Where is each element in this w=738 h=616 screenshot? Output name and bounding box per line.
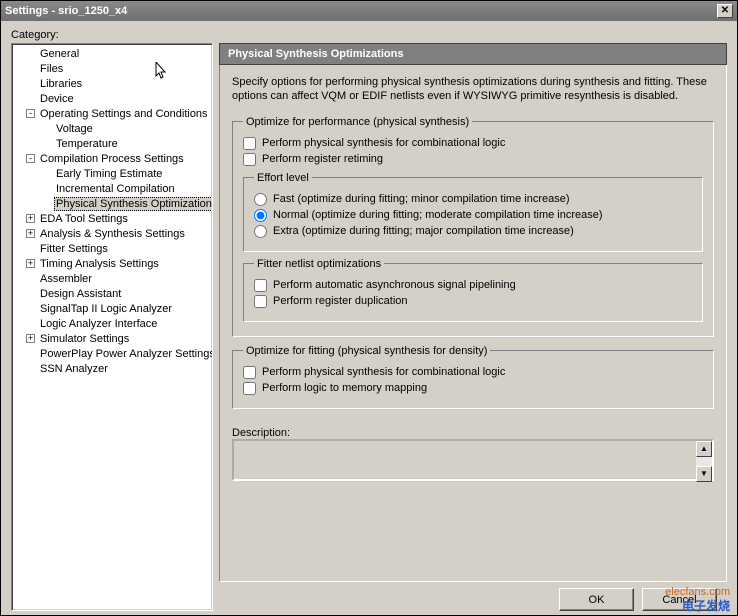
tree-item[interactable]: +Analysis & Synthesis Settings: [14, 226, 210, 241]
radio-effort-normal[interactable]: [254, 209, 267, 222]
radio-effort-fast[interactable]: [254, 193, 267, 206]
expand-icon[interactable]: +: [26, 214, 35, 223]
tree-item[interactable]: Physical Synthesis Optimizations: [14, 196, 210, 211]
settings-window: Settings - srio_1250_x4 ✕ Category: Gene…: [0, 0, 738, 616]
tree-item[interactable]: Temperature: [14, 136, 210, 151]
group-fitting: Optimize for fitting (physical synthesis…: [232, 345, 714, 409]
tree-item[interactable]: SSN Analyzer: [14, 361, 210, 376]
button-row: OK Cancel: [219, 582, 727, 611]
tree-item-label[interactable]: Compilation Process Settings: [38, 153, 186, 165]
chk-perf-retiming[interactable]: [243, 153, 256, 166]
expand-icon[interactable]: +: [26, 259, 35, 268]
radio-effort-normal-label: Normal (optimize during fitting; moderat…: [273, 209, 603, 221]
collapse-icon[interactable]: -: [26, 154, 35, 163]
chk-fit-combinational[interactable]: [243, 366, 256, 379]
chk-perf-combinational[interactable]: [243, 137, 256, 150]
tree-item[interactable]: Files: [14, 61, 210, 76]
right-panel: Physical Synthesis Optimizations Specify…: [219, 43, 727, 611]
group-fitter-legend: Fitter netlist optimizations: [254, 258, 384, 270]
tree-item[interactable]: Design Assistant: [14, 286, 210, 301]
chk-fit-combinational-label: Perform physical synthesis for combinati…: [262, 366, 505, 378]
group-fitter-netlist: Fitter netlist optimizations Perform aut…: [243, 258, 703, 322]
tree-item-label[interactable]: Voltage: [54, 123, 95, 135]
tree-item-label[interactable]: SSN Analyzer: [38, 363, 110, 375]
radio-effort-extra-label: Extra (optimize during fitting; major co…: [273, 225, 574, 237]
tree-item[interactable]: Assembler: [14, 271, 210, 286]
tree-item[interactable]: Device: [14, 91, 210, 106]
tree-item[interactable]: General: [14, 46, 210, 61]
tree-item[interactable]: -Operating Settings and Conditions: [14, 106, 210, 121]
expand-icon[interactable]: +: [26, 334, 35, 343]
titlebar: Settings - srio_1250_x4 ✕: [1, 1, 737, 21]
tree-item-label[interactable]: Physical Synthesis Optimizations: [54, 197, 213, 211]
category-label: Category:: [11, 29, 727, 41]
chk-fitter-async-pipelining[interactable]: [254, 279, 267, 292]
tree-item-label[interactable]: Fitter Settings: [38, 243, 110, 255]
description-scrollbar[interactable]: ▲ ▼: [696, 441, 712, 482]
tree-item-label[interactable]: Device: [38, 93, 76, 105]
radio-effort-extra[interactable]: [254, 225, 267, 238]
ok-button[interactable]: OK: [559, 588, 634, 611]
group-performance-legend: Optimize for performance (physical synth…: [243, 116, 472, 128]
category-tree[interactable]: GeneralFilesLibrariesDevice-Operating Se…: [11, 43, 213, 611]
tree-item[interactable]: -Compilation Process Settings: [14, 151, 210, 166]
tree-item-label[interactable]: EDA Tool Settings: [38, 213, 130, 225]
tree-item-label[interactable]: Operating Settings and Conditions: [38, 108, 210, 120]
tree-item[interactable]: SignalTap II Logic Analyzer: [14, 301, 210, 316]
tree-item[interactable]: Libraries: [14, 76, 210, 91]
close-button[interactable]: ✕: [717, 4, 733, 18]
chk-perf-retiming-label: Perform register retiming: [262, 153, 383, 165]
chk-fit-logic-memory[interactable]: [243, 382, 256, 395]
scroll-down-icon[interactable]: ▼: [696, 466, 712, 482]
chk-fitter-reg-dup-label: Perform register duplication: [273, 295, 408, 307]
tree-item-label[interactable]: Assembler: [38, 273, 94, 285]
tree-item[interactable]: +Simulator Settings: [14, 331, 210, 346]
cancel-button[interactable]: Cancel: [642, 588, 717, 611]
content-area: Category: GeneralFilesLibrariesDevice-Op…: [1, 21, 737, 615]
tree-item-label[interactable]: General: [38, 48, 81, 60]
description-textarea[interactable]: [232, 439, 714, 481]
tree-item-label[interactable]: Incremental Compilation: [54, 183, 177, 195]
chk-perf-combinational-label: Perform physical synthesis for combinati…: [262, 137, 505, 149]
panel-title: Physical Synthesis Optimizations: [219, 43, 727, 65]
tree-item-label[interactable]: SignalTap II Logic Analyzer: [38, 303, 174, 315]
group-effort-legend: Effort level: [254, 172, 312, 184]
expand-icon[interactable]: +: [26, 229, 35, 238]
tree-item-label[interactable]: Early Timing Estimate: [54, 168, 164, 180]
tree-item[interactable]: +Timing Analysis Settings: [14, 256, 210, 271]
panel-body: Specify options for performing physical …: [219, 65, 727, 582]
window-title: Settings - srio_1250_x4: [5, 5, 127, 17]
tree-item-label[interactable]: PowerPlay Power Analyzer Settings: [38, 348, 213, 360]
tree-item-label[interactable]: Logic Analyzer Interface: [38, 318, 159, 330]
chk-fitter-async-label: Perform automatic asynchronous signal pi…: [273, 279, 516, 291]
tree-item[interactable]: +EDA Tool Settings: [14, 211, 210, 226]
group-effort-level: Effort level Fast (optimize during fitti…: [243, 172, 703, 252]
chk-fit-logic-memory-label: Perform logic to memory mapping: [262, 382, 427, 394]
description-area: Description: ▲ ▼: [232, 427, 714, 484]
chk-fitter-reg-dup[interactable]: [254, 295, 267, 308]
tree-item-label[interactable]: Simulator Settings: [38, 333, 131, 345]
tree-item-label[interactable]: Timing Analysis Settings: [38, 258, 161, 270]
tree-item[interactable]: Early Timing Estimate: [14, 166, 210, 181]
description-label: Description:: [232, 427, 714, 439]
tree-item[interactable]: Incremental Compilation: [14, 181, 210, 196]
scroll-up-icon[interactable]: ▲: [696, 441, 712, 457]
tree-item-label[interactable]: Files: [38, 63, 65, 75]
group-performance: Optimize for performance (physical synth…: [232, 116, 714, 337]
collapse-icon[interactable]: -: [26, 109, 35, 118]
intro-text: Specify options for performing physical …: [232, 75, 714, 104]
tree-item-label[interactable]: Libraries: [38, 78, 84, 90]
tree-item-label[interactable]: Analysis & Synthesis Settings: [38, 228, 187, 240]
tree-item[interactable]: Voltage: [14, 121, 210, 136]
tree-item[interactable]: PowerPlay Power Analyzer Settings: [14, 346, 210, 361]
group-fitting-legend: Optimize for fitting (physical synthesis…: [243, 345, 490, 357]
tree-item[interactable]: Fitter Settings: [14, 241, 210, 256]
tree-item[interactable]: Logic Analyzer Interface: [14, 316, 210, 331]
tree-item-label[interactable]: Temperature: [54, 138, 120, 150]
main-area: GeneralFilesLibrariesDevice-Operating Se…: [11, 43, 727, 611]
tree-item-label[interactable]: Design Assistant: [38, 288, 123, 300]
radio-effort-fast-label: Fast (optimize during fitting; minor com…: [273, 193, 570, 205]
